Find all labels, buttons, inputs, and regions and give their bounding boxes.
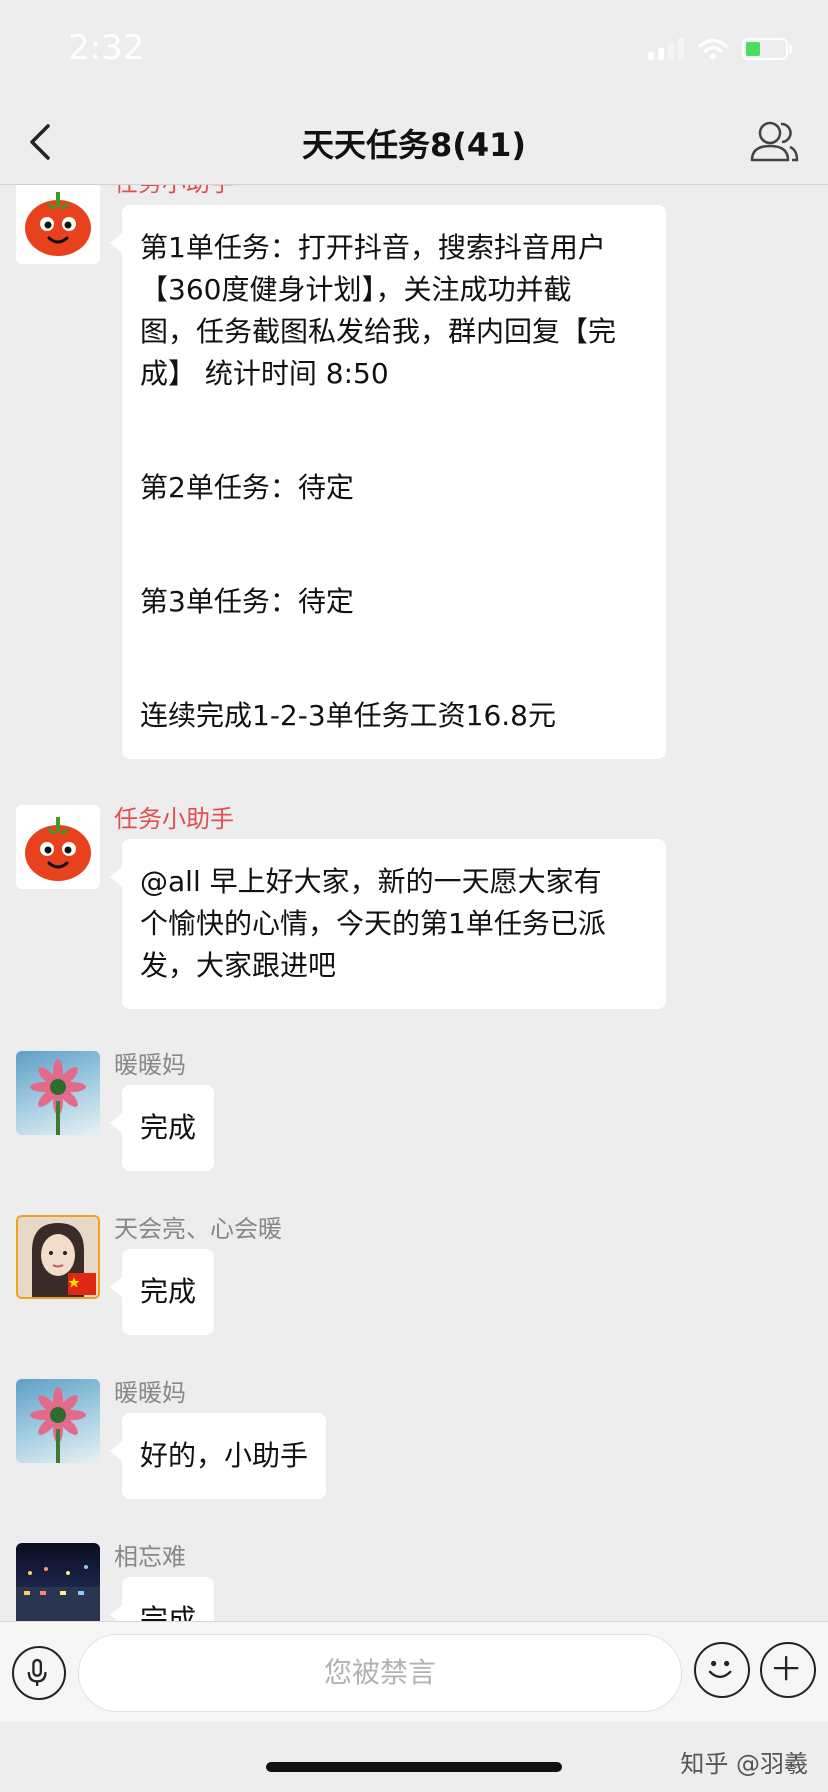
plus-icon (773, 1655, 799, 1681)
message-text-line: 【360度健身计划】，关注成功并截 (140, 273, 572, 306)
sender-name: 暖暖妈 (114, 1051, 186, 1079)
message-bubble[interactable]: @all 早上好大家，新的一天愿大家有 个愉快的心情，今天的第1单任务已派 发，… (110, 839, 666, 1009)
message-bubble[interactable]: 完成 (109, 1085, 215, 1171)
sender-name: 任务小助手 (114, 805, 234, 833)
message-text-line: 个愉快的心情，今天的第1单任务已派 (140, 907, 606, 940)
message-text: 完成 (140, 1603, 197, 1621)
status-time: 2:32 (68, 28, 145, 68)
message-text-line: 发，大家跟进吧 (140, 949, 337, 982)
message-text-line: 成】 统计时间 8:50 (140, 357, 389, 390)
smiley-icon (708, 1660, 732, 1679)
voice-button[interactable] (12, 1646, 66, 1700)
status-icons (648, 38, 792, 60)
chat-title: 天天任务8(41) (301, 126, 527, 164)
chat-input-bar: 您被禁言 (0, 1621, 828, 1722)
sender-name: 天会亮、心会暖 (114, 1215, 282, 1243)
watermark: 知乎 @羽羲 (680, 1750, 808, 1778)
girl-avatar[interactable] (16, 1215, 100, 1299)
flower-avatar[interactable] (16, 1051, 100, 1135)
home-indicator[interactable] (266, 1762, 562, 1772)
message-bubble[interactable]: 完成 (109, 1577, 215, 1621)
message-text-line: 连续完成1-2-3单任务工资16.8元 (140, 699, 556, 732)
night-city-avatar[interactable] (16, 1543, 100, 1621)
group-members-icon[interactable] (748, 118, 800, 164)
tomato-avatar[interactable] (16, 185, 100, 264)
message-text-line: 第2单任务：待定 (140, 471, 354, 504)
message-text: 完成 (140, 1111, 197, 1144)
message-bubble[interactable]: 完成 (109, 1249, 215, 1335)
message-text-line: 第1单任务：打开抖音，搜索抖音用户 (140, 231, 606, 264)
message-text-line: @all 早上好大家，新的一天愿大家有 (140, 865, 602, 898)
message-list[interactable]: 任务小助手 第1单任务：打开抖音，搜索抖音用户 【360度健身计划】，关注成功并… (0, 185, 828, 1621)
wifi-icon (698, 38, 728, 60)
message-bubble[interactable]: 好的，小助手 (109, 1413, 327, 1499)
sender-name: 暖暖妈 (114, 1379, 186, 1407)
message-text: 好的，小助手 (140, 1439, 309, 1472)
microphone-icon (27, 1658, 47, 1686)
flower-avatar[interactable] (16, 1379, 100, 1463)
sender-name: 相忘难 (114, 1543, 186, 1571)
chat-nav-bar: 天天任务8(41) (0, 100, 828, 185)
more-button[interactable] (760, 1642, 816, 1698)
status-bar: 2:32 (0, 0, 828, 100)
message-bubble[interactable]: 第1单任务：打开抖音，搜索抖音用户 【360度健身计划】，关注成功并截 图，任务… (110, 205, 666, 759)
muted-message-field: 您被禁言 (78, 1634, 682, 1712)
cellular-signal-icon (648, 38, 684, 60)
message-text: 完成 (140, 1275, 197, 1308)
emoji-button[interactable] (694, 1642, 750, 1698)
tomato-avatar[interactable] (16, 805, 100, 889)
message-text-line: 第3单任务：待定 (140, 585, 354, 618)
battery-charging-icon (742, 38, 792, 60)
message-text-line: 图，任务截图私发给我，群内回复【完 (140, 315, 617, 348)
sender-name: 任务小助手 (114, 185, 234, 198)
